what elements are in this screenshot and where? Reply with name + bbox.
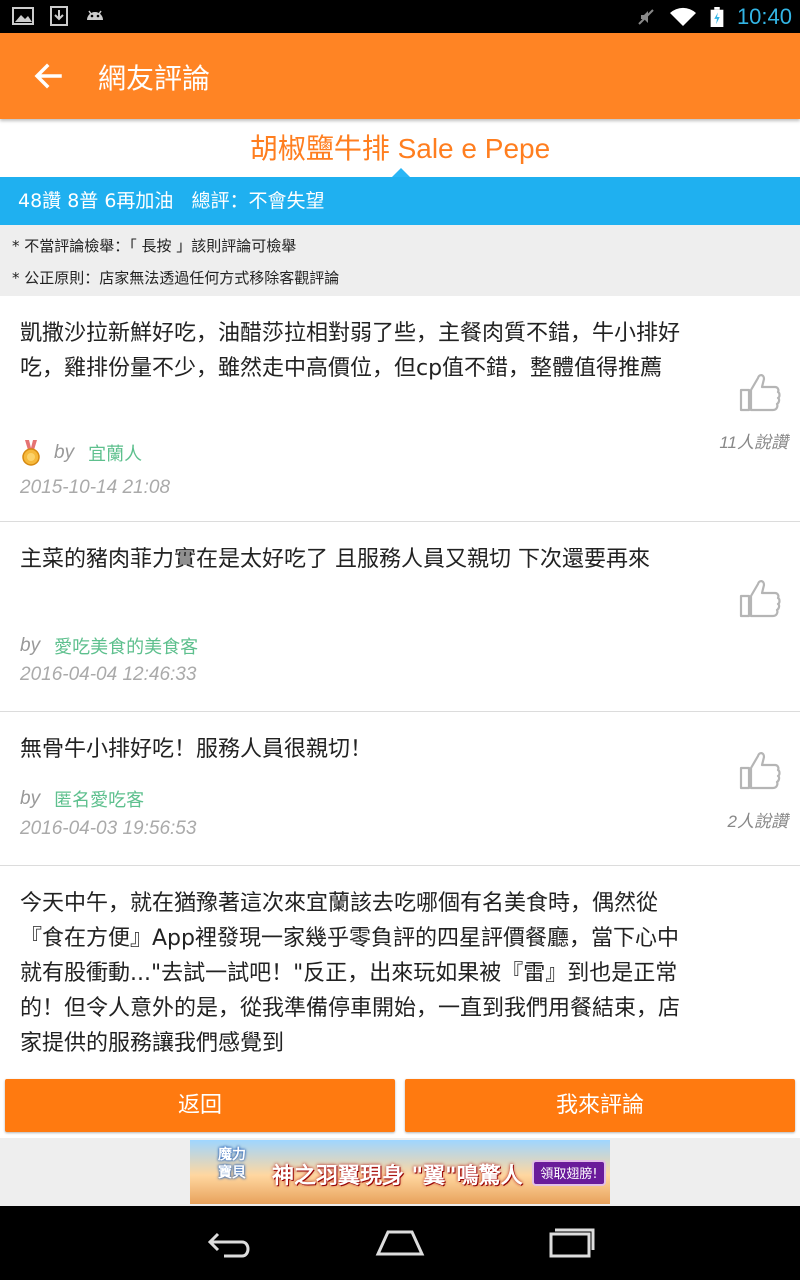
review-text: 今天中午，就在猶豫著這次來宜蘭該去吃哪個有名美食時，偶然從『食在方便』App裡發… xyxy=(20,891,681,1056)
review-meta: by 宜蘭人 xyxy=(20,440,142,466)
ad-headline: 神之羽翼現身 "翼"鳴驚人 xyxy=(272,1164,523,1189)
rating-summary: 48讚 8普 6再加油 總評：不會失望 xyxy=(0,177,800,225)
wifi-icon xyxy=(669,7,696,26)
mute-icon xyxy=(638,9,654,25)
page-title: 網友評論 xyxy=(98,62,211,95)
back-button[interactable]: 返回 xyxy=(5,1079,395,1132)
review-list[interactable]: 凱撒沙拉新鮮好吃，油醋莎拉相對弱了些，主餐肉質不錯，牛小排好吃，雞排份量不少，雖… xyxy=(0,296,800,1076)
medal-icon xyxy=(22,440,40,466)
review-item[interactable]: 凱撒沙拉新鮮好吃，油醋莎拉相對弱了些，主餐肉質不錯，牛小排好吃，雞排份量不少，雖… xyxy=(0,296,800,522)
system-nav-bar xyxy=(0,1206,800,1280)
ad-logo: 魔力 寶貝 xyxy=(218,1147,246,1181)
review-meta: by 愛吃美食的美食客 xyxy=(20,633,198,659)
review-text: 凱撒沙拉新鮮好吃，油醋莎拉相對弱了些，主餐肉質不錯，牛小排好吃，雞排份量不少，雖… xyxy=(20,321,681,381)
author-name[interactable]: 愛吃美食的美食客 xyxy=(54,633,198,659)
ad-banner[interactable]: 魔力 寶貝 神之羽翼現身 "翼"鳴驚人 領取翅膀! xyxy=(190,1140,610,1204)
author-name[interactable]: 匿名愛吃客 xyxy=(54,786,144,812)
battery-icon xyxy=(710,7,724,27)
review-date: 2016-04-03 19:56:53 xyxy=(20,818,197,839)
back-arrow-icon[interactable] xyxy=(30,58,66,94)
review-item[interactable]: 今天中午，就在猶豫著這次來宜蘭該去吃哪個有名美食時，偶然從『食在方便』App裡發… xyxy=(0,866,800,1076)
by-label: by xyxy=(20,635,41,656)
ad-area: 魔力 寶貝 神之羽翼現身 "翼"鳴驚人 領取翅膀! xyxy=(0,1138,800,1206)
nav-home-icon[interactable] xyxy=(372,1220,428,1266)
like-count: 11人說讚 xyxy=(719,433,788,452)
review-text: 無骨牛小排好吃！服務人員很親切！ xyxy=(20,737,373,762)
clock: 10:40 xyxy=(736,4,792,29)
review-item[interactable]: 主菜的豬肉菲力實在是太好吃了 且服務人員又親切 下次還要再來 by 愛吃美食的美… xyxy=(0,522,800,712)
thumbs-up-icon[interactable] xyxy=(738,370,782,414)
review-item[interactable]: 無骨牛小排好吃！服務人員很親切！ by 匿名愛吃客 2016-04-03 19:… xyxy=(0,712,800,866)
gallery-notification-icon xyxy=(12,7,34,25)
by-label: by xyxy=(54,442,75,463)
fairness-notice: * 公正原則：店家無法透過任何方式移除客觀評論 xyxy=(12,269,340,287)
nav-back-icon[interactable] xyxy=(202,1220,258,1266)
by-label: by xyxy=(20,788,41,809)
android-notification-icon xyxy=(87,10,103,20)
status-bar: 10:40 xyxy=(0,0,800,33)
download-notification-icon xyxy=(50,6,68,26)
thumbs-up-icon[interactable] xyxy=(738,748,782,792)
caret-indicator xyxy=(392,168,410,177)
like-count: 2人說讚 xyxy=(727,812,788,831)
notice-panel: * 不當評論檢舉：「 長按 」該則評論可檢舉 * 公正原則：店家無法透過任何方式… xyxy=(0,225,800,296)
thumbs-up-icon[interactable] xyxy=(738,576,782,620)
action-bar: 返回 我來評論 xyxy=(0,1076,800,1138)
review-date: 2015-10-14 21:08 xyxy=(20,477,171,498)
review-date: 2016-04-04 12:46:33 xyxy=(20,664,197,685)
author-name[interactable]: 宜蘭人 xyxy=(88,440,142,466)
review-meta: by 匿名愛吃客 xyxy=(20,786,144,812)
report-notice: * 不當評論檢舉：「 長按 」該則評論可檢舉 xyxy=(12,237,297,255)
nav-recents-icon[interactable] xyxy=(543,1220,599,1266)
write-review-button[interactable]: 我來評論 xyxy=(405,1079,795,1132)
app-bar: 網友評論 xyxy=(0,33,800,119)
ad-cta-button[interactable]: 領取翅膀! xyxy=(532,1160,606,1186)
review-text: 主菜的豬肉菲力實在是太好吃了 且服務人員又親切 下次還要再來 xyxy=(20,547,650,572)
